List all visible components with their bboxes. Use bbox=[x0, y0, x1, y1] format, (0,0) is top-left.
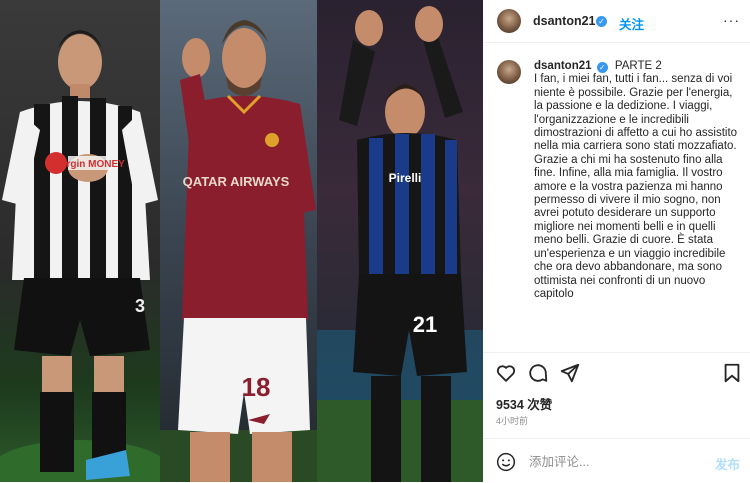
photo-panel-inter: Pirelli 21 bbox=[317, 0, 483, 482]
caption-username[interactable]: dsanton21 bbox=[534, 60, 592, 72]
like-count[interactable]: 9534 次赞 bbox=[496, 394, 552, 413]
jersey-number-roma: 18 bbox=[242, 372, 271, 402]
post-comment-button[interactable]: 发布 bbox=[715, 454, 740, 473]
action-bar bbox=[483, 352, 750, 389]
caption-title: PARTE 2 bbox=[614, 60, 662, 72]
more-options-icon[interactable]: ··· bbox=[723, 12, 740, 28]
player-newcastle-illustration: Virgin MONEY 3 bbox=[0, 30, 160, 482]
like-heart-icon[interactable] bbox=[495, 362, 517, 384]
follow-button[interactable]: 关注 bbox=[619, 14, 644, 33]
caption-verified-badge-icon: ✓ bbox=[596, 62, 608, 73]
player-roma-illustration: QATAR AIRWAYS 18 bbox=[160, 20, 317, 482]
photo-panel-newcastle: Virgin MONEY 3 bbox=[0, 0, 160, 482]
caption-avatar[interactable] bbox=[497, 60, 521, 84]
post-sidebar: dsanton21 ✓ 关注 ··· dsanton21 ✓ PARTE 2 I… bbox=[483, 0, 750, 482]
bookmark-icon[interactable] bbox=[721, 362, 743, 384]
post-image-collage[interactable]: Virgin MONEY 3 QATAR AIRWAYS 18 Pirelli … bbox=[0, 0, 483, 482]
sponsor-text-newcastle: Virgin MONEY bbox=[57, 159, 125, 170]
sponsor-text-roma: QATAR AIRWAYS bbox=[183, 174, 290, 189]
header-username[interactable]: dsanton21 bbox=[533, 14, 596, 28]
sponsor-text-inter: Pirelli bbox=[389, 171, 422, 185]
share-icon[interactable] bbox=[559, 362, 581, 384]
photo-panel-roma: QATAR AIRWAYS 18 bbox=[160, 0, 317, 482]
post-caption: dsanton21 ✓ PARTE 2 I fan, i miei fan, t… bbox=[534, 60, 740, 346]
jersey-number-inter: 21 bbox=[413, 312, 437, 337]
player-inter-illustration: Pirelli 21 bbox=[317, 6, 483, 482]
post-timestamp[interactable]: 4小时前 bbox=[496, 414, 528, 427]
comment-icon[interactable] bbox=[527, 362, 549, 384]
post-header: dsanton21 ✓ 关注 ··· bbox=[483, 0, 750, 43]
comment-composer: 发布 bbox=[483, 438, 750, 483]
emoji-icon[interactable] bbox=[496, 452, 516, 472]
comment-input[interactable] bbox=[529, 452, 689, 472]
verified-badge-icon: ✓ bbox=[596, 16, 607, 27]
jersey-number-newcastle: 3 bbox=[135, 296, 145, 316]
caption-text: I fan, i miei fan, tutti i fan... senza … bbox=[534, 73, 738, 300]
avatar[interactable] bbox=[497, 9, 521, 33]
